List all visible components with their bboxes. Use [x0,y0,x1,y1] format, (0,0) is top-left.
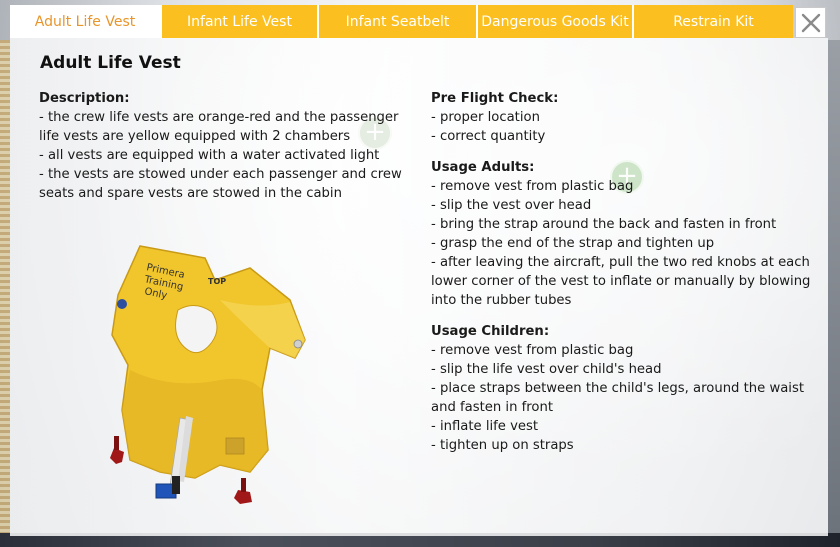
description-column: Description: - the crew life vests are o… [39,89,411,215]
life-vest-illustration: Primera Training Only TOP [110,245,306,504]
preflight-line: - correct quantity [431,129,546,144]
instructions-column: Pre Flight Check: - proper location - co… [431,89,811,467]
close-x-icon [801,13,820,32]
usage-children-heading: Usage Children: [431,324,550,339]
usage-adults-section: Usage Adults: - remove vest from plastic… [431,158,811,310]
tab-restrain-kit[interactable]: Restrain Kit [634,5,793,38]
usage-children-line: - remove vest from plastic bag [431,343,634,358]
tab-dangerous-goods-kit[interactable]: Dangerous Goods Kit [478,5,634,38]
usage-children-line: - place straps between the child's legs,… [431,381,805,415]
usage-children-line: - slip the life vest over child's head [431,362,662,377]
usage-adults-heading: Usage Adults: [431,160,535,175]
preflight-line: - proper location [431,110,540,125]
tab-bar: Adult Life Vest Infant Life Vest Infant … [10,5,793,38]
close-button[interactable] [795,7,826,38]
usage-children-line: - inflate life vest [431,419,539,434]
vest-label: TOP [208,277,226,286]
usage-adults-line: - after leaving the aircraft, pull the t… [431,255,811,308]
preflight-section: Pre Flight Check: - proper location - co… [431,89,811,146]
tab-infant-life-vest[interactable]: Infant Life Vest [162,5,319,38]
usage-children-line: - tighten up on straps [431,438,574,453]
usage-children-section: Usage Children: - remove vest from plast… [431,322,811,455]
usage-adults-line: - grasp the end of the strap and tighten… [431,236,715,251]
page-title: Adult Life Vest [40,53,181,73]
preflight-heading: Pre Flight Check: [431,91,559,106]
description-line: - the crew life vests are orange-red and… [39,110,399,144]
cabin-wall-left [0,40,10,533]
usage-adults-line: - remove vest from plastic bag [431,179,634,194]
description-section: Description: - the crew life vests are o… [39,89,411,203]
usage-adults-line: - bring the strap around the back and fa… [431,217,777,232]
description-line: - the vests are stowed under each passen… [39,167,402,201]
tab-adult-life-vest[interactable]: Adult Life Vest [10,5,162,38]
usage-adults-line: - slip the vest over head [431,198,592,213]
cabin-wall-right [828,40,840,533]
tab-infant-seatbelt[interactable]: Infant Seatbelt [319,5,478,38]
life-vest-image: Primera Training Only TOP [100,240,315,510]
description-line: - all vests are equipped with a water ac… [39,148,380,163]
description-heading: Description: [39,91,130,106]
